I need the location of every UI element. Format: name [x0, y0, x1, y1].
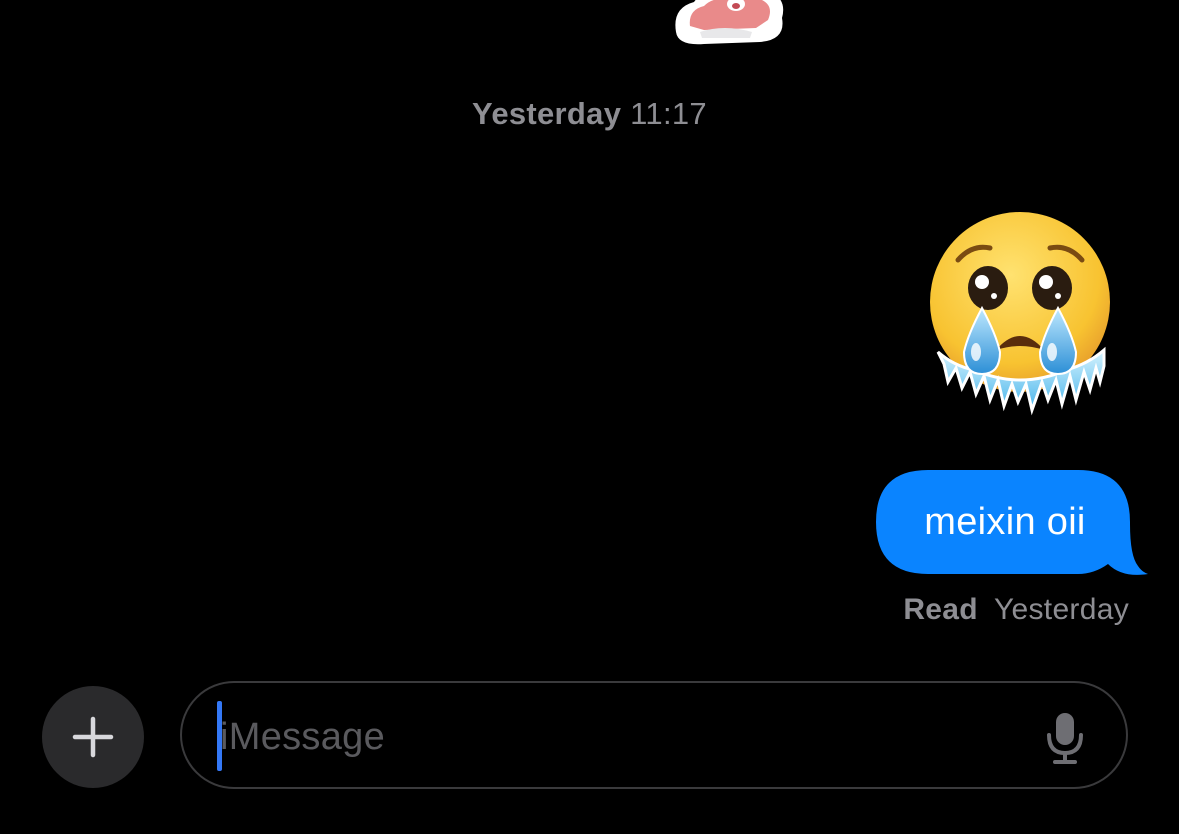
timestamp-day: Yesterday	[472, 96, 622, 131]
outgoing-message-bubble[interactable]: meixin oii	[876, 470, 1152, 578]
messages-screen: Yesterday 11:17 meixin oii Read Yesterda…	[0, 0, 1179, 834]
conversation-timestamp: Yesterday 11:17	[0, 96, 1179, 132]
freezing-crying-face-emoji-icon[interactable]	[924, 204, 1120, 424]
microphone-icon[interactable]	[1046, 711, 1084, 765]
message-input-placeholder: iMessage	[220, 716, 386, 758]
add-attachment-button[interactable]	[42, 686, 144, 788]
receipt-status: Read	[903, 593, 978, 626]
message-text: meixin oii	[924, 501, 1086, 543]
sticker-image[interactable]	[664, 0, 794, 50]
message-input[interactable]: iMessage	[180, 681, 1128, 789]
plus-icon	[72, 716, 114, 758]
receipt-time: Yesterday	[993, 593, 1129, 626]
timestamp-time: 11:17	[630, 96, 707, 131]
read-receipt: Read Yesterday	[903, 593, 1129, 627]
